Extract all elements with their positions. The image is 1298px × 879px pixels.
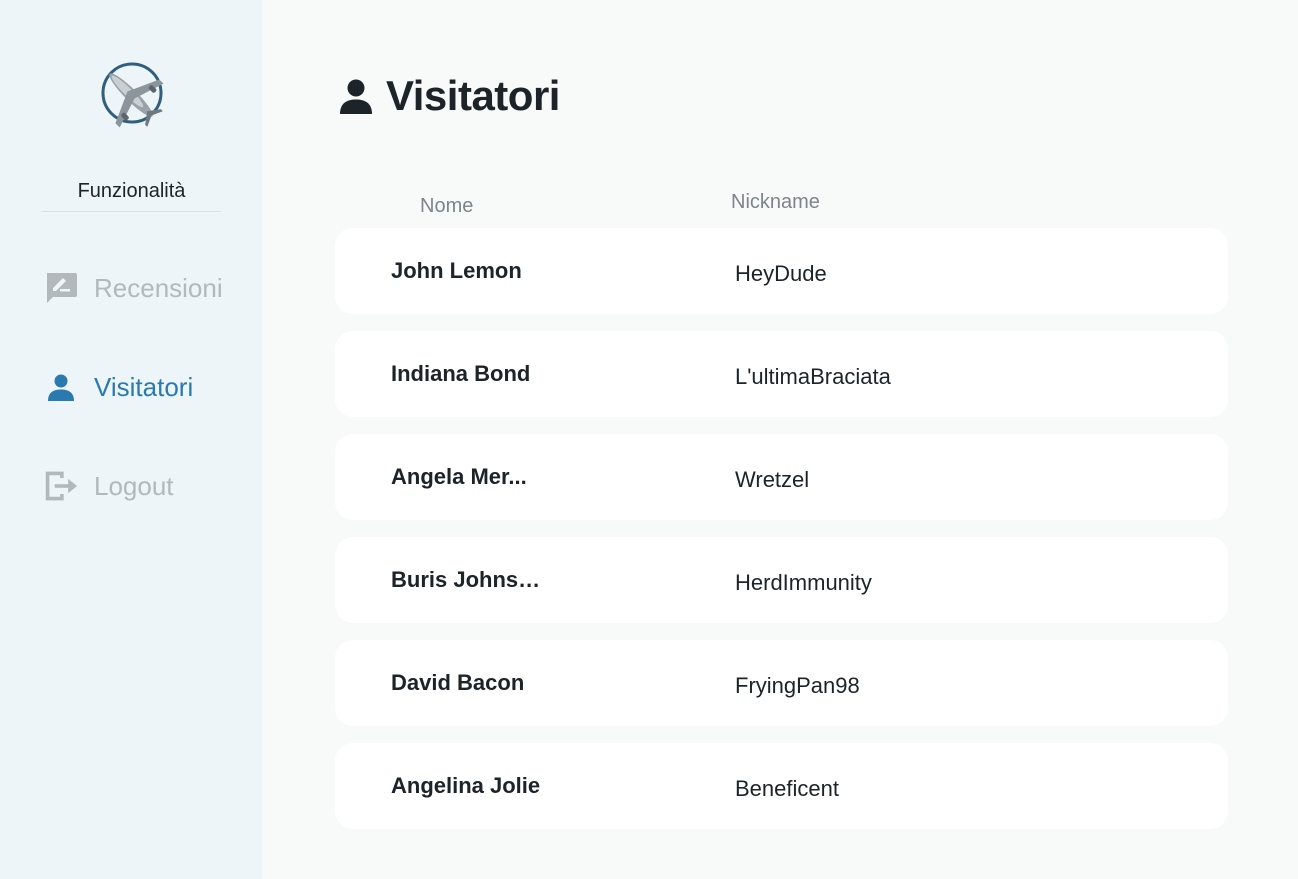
person-icon xyxy=(44,370,78,404)
logout-icon xyxy=(44,469,78,503)
visitor-nickname: HerdImmunity xyxy=(735,570,872,595)
person-icon xyxy=(338,76,374,116)
table-row[interactable]: John Lemon HeyDude xyxy=(335,228,1228,314)
table-row[interactable]: Angelina Jolie Beneficent xyxy=(335,743,1228,829)
sidebar-item-visitatori[interactable]: Visitatori xyxy=(44,367,193,407)
rate-review-icon xyxy=(44,271,78,305)
sidebar-section-title: Funzionalità xyxy=(42,180,221,212)
visitor-nickname: Beneficent xyxy=(735,776,839,801)
sidebar-item-logout[interactable]: Logout xyxy=(44,466,174,506)
column-header-nickname: Nickname xyxy=(731,191,820,213)
visitor-name: Angelina Jolie xyxy=(391,773,541,798)
visitor-nickname: Wretzel xyxy=(735,467,810,492)
main-content: Visitatori Nome Nickname John Lemon HeyD… xyxy=(262,0,1298,879)
sidebar-item-label: Visitatori xyxy=(94,371,194,402)
sidebar: Funzionalità Recensioni Visitatori Logou… xyxy=(0,0,262,879)
visitor-name: John Lemon xyxy=(391,258,522,283)
table-row[interactable]: Buris Johnson HerdImmunity xyxy=(335,537,1228,623)
page-title: Visitatori xyxy=(386,72,560,119)
visitors-list: John Lemon HeyDude Indiana Bond L'ultima… xyxy=(335,228,1228,846)
table-row[interactable]: Angela Mer... Wretzel xyxy=(335,434,1228,520)
page-header: Visitatori xyxy=(338,70,560,122)
sidebar-item-label: Logout xyxy=(94,470,174,501)
visitor-name: Indiana Bond xyxy=(391,361,531,386)
sidebar-item-recensioni[interactable]: Recensioni xyxy=(44,268,223,308)
airplane-logo-icon[interactable] xyxy=(96,60,166,130)
visitor-name: David Bacon xyxy=(391,670,525,695)
app: Funzionalità Recensioni Visitatori Logou… xyxy=(0,0,1298,879)
table-row[interactable]: Indiana Bond L'ultimaBraciata xyxy=(335,331,1228,417)
visitor-nickname: L'ultimaBraciata xyxy=(735,364,891,389)
visitor-nickname: FryingPan98 xyxy=(735,673,860,698)
table-row[interactable]: David Bacon FryingPan98 xyxy=(335,640,1228,726)
column-header-nome: Nome xyxy=(420,195,474,217)
visitor-nickname: HeyDude xyxy=(735,261,827,286)
sidebar-item-label: Recensioni xyxy=(94,272,223,303)
visitor-name: Angela Mer... xyxy=(391,464,527,489)
visitor-name: Buris Johnson xyxy=(391,567,541,592)
